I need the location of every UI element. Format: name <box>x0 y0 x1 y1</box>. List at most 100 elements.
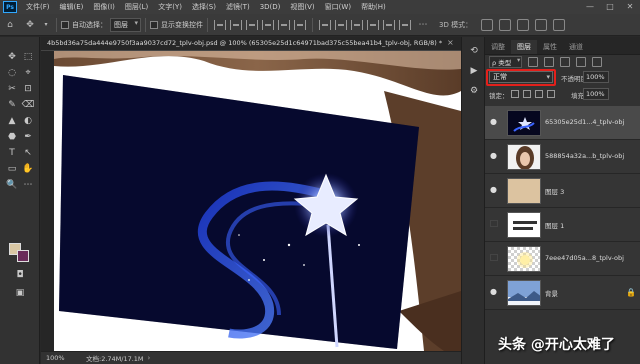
crop-tool-icon[interactable]: ✂ <box>6 83 18 95</box>
3d-scale-icon[interactable] <box>553 18 566 31</box>
canvas-area[interactable] <box>41 51 461 351</box>
move-tool-icon[interactable]: ✥ <box>23 18 37 32</box>
quick-mask-icon[interactable]: ◘ <box>14 269 26 281</box>
visibility-toggle[interactable] <box>490 220 498 227</box>
menu-select[interactable]: 选择(S) <box>187 0 221 14</box>
align-right-icon[interactable] <box>294 19 306 30</box>
stamp-tool-icon[interactable]: ◐ <box>22 115 34 127</box>
chevron-right-icon[interactable]: › <box>148 354 151 362</box>
visibility-toggle[interactable] <box>490 254 498 261</box>
distribute-top-icon[interactable] <box>319 19 331 30</box>
menu-image[interactable]: 图像(I) <box>88 0 120 14</box>
close-tab-icon[interactable]: × <box>447 38 454 47</box>
screen-mode-icon[interactable]: ▣ <box>14 287 26 299</box>
distribute-vcenter-icon[interactable] <box>335 19 347 30</box>
document-tab[interactable]: 4b5bd36a75da444e9750f3aa9037cd72_tplv-ob… <box>41 37 461 51</box>
lock-pixels-icon[interactable] <box>523 90 531 98</box>
photoshop-logo: Ps <box>3 1 17 13</box>
3d-slide-icon[interactable] <box>535 18 548 31</box>
layer-row[interactable]: 图层 1 <box>485 208 640 242</box>
distribute-bottom-icon[interactable] <box>351 19 363 30</box>
opacity-input[interactable]: 100% <box>583 71 609 83</box>
3d-drag-icon[interactable] <box>517 18 530 31</box>
filter-smart-object-icon[interactable] <box>592 57 603 67</box>
filter-pixel-icon[interactable] <box>528 57 539 67</box>
frame-tool-icon[interactable]: ⊡ <box>22 83 34 95</box>
history-panel-icon[interactable]: ⟲ <box>468 45 480 57</box>
status-bar: 100% 文档:2.74M/17.1M › <box>41 351 461 364</box>
distribute-left-icon[interactable] <box>367 19 379 30</box>
align-vcenter-icon[interactable] <box>230 19 242 30</box>
healing-tool-icon[interactable]: ⌫ <box>22 99 35 111</box>
lock-transparency-icon[interactable] <box>511 90 519 98</box>
menu-layer[interactable]: 图层(L) <box>120 0 153 14</box>
menu-edit[interactable]: 编辑(E) <box>55 0 89 14</box>
separator <box>207 17 208 32</box>
distribute-right-icon[interactable] <box>399 19 411 30</box>
path-select-tool-icon[interactable]: ↖ <box>22 147 34 159</box>
chevron-down-icon[interactable]: ▾ <box>43 18 49 32</box>
align-hcenter-icon[interactable] <box>278 19 290 30</box>
align-top-icon[interactable] <box>214 19 226 30</box>
minimize-button[interactable]: — <box>580 0 600 14</box>
zoom-tool-icon[interactable]: 🔍 <box>6 179 18 191</box>
eye-icon[interactable]: ● <box>490 152 500 160</box>
menu-window[interactable]: 窗口(W) <box>320 0 356 14</box>
menu-type[interactable]: 文字(Y) <box>153 0 187 14</box>
auto-select-checkbox[interactable] <box>61 20 69 29</box>
layer-row[interactable]: 7eee47d05a...8_tplv-obj <box>485 242 640 276</box>
tab-properties[interactable]: 属性 <box>537 40 563 54</box>
properties-panel-icon[interactable]: ⚙ <box>468 85 480 97</box>
history-brush-tool-icon[interactable]: ⬣ <box>6 131 18 143</box>
separator <box>145 17 146 32</box>
auto-select-dropdown[interactable]: 图层 <box>110 17 141 32</box>
3d-roll-icon[interactable] <box>499 18 512 31</box>
eye-icon[interactable]: ● <box>490 186 500 194</box>
3d-orbit-icon[interactable] <box>481 18 494 31</box>
filter-shape-icon[interactable] <box>576 57 587 67</box>
hand-tool-icon[interactable]: ✋ <box>22 163 34 175</box>
menu-filter[interactable]: 滤镜(T) <box>221 0 255 14</box>
transform-controls-checkbox[interactable] <box>150 20 158 29</box>
quick-select-tool-icon[interactable]: ⌖ <box>22 67 34 79</box>
layer-row[interactable]: ● 588854a32a...b_tplv-obj <box>485 140 640 174</box>
eye-icon[interactable]: ● <box>490 118 500 126</box>
rectangle-tool-icon[interactable]: ▭ <box>6 163 18 175</box>
pen-tool-icon[interactable]: ✒ <box>22 131 34 143</box>
distribute-hcenter-icon[interactable] <box>383 19 395 30</box>
menu-help[interactable]: 帮助(H) <box>356 0 391 14</box>
menu-3d[interactable]: 3D(D) <box>255 0 286 14</box>
brush-tool-icon[interactable]: ▲ <box>6 115 18 127</box>
layer-row[interactable]: ● 背景 🔒 <box>485 276 640 310</box>
tab-layers[interactable]: 图层 <box>511 40 537 54</box>
layer-row[interactable]: ● 图层 3 <box>485 174 640 208</box>
layer-filter-dropdown[interactable]: ρ 类型 <box>489 56 523 68</box>
filter-type-icon[interactable] <box>560 57 571 67</box>
zoom-level[interactable]: 100% <box>46 354 86 362</box>
menu-view[interactable]: 视图(V) <box>285 0 319 14</box>
tab-channels[interactable]: 通道 <box>563 40 589 54</box>
more-options-icon[interactable]: ⋯ <box>416 18 430 32</box>
maximize-button[interactable]: □ <box>600 0 620 14</box>
background-color-swatch[interactable] <box>17 250 29 262</box>
tab-adjustments[interactable]: 调整 <box>485 40 511 54</box>
lock-position-icon[interactable] <box>535 90 543 98</box>
marquee-tool-icon[interactable]: ⬚ <box>22 51 34 63</box>
move-tool-icon[interactable]: ✥ <box>6 51 18 63</box>
lock-all-icon[interactable] <box>547 90 555 98</box>
home-icon[interactable]: ⌂ <box>3 18 17 32</box>
layer-filter-row: ρ 类型 <box>485 55 640 69</box>
eye-icon[interactable]: ● <box>490 288 500 296</box>
actions-panel-icon[interactable]: ▶ <box>468 65 480 77</box>
eyedropper-tool-icon[interactable]: ✎ <box>6 99 18 111</box>
fill-input[interactable]: 100% <box>583 88 609 100</box>
align-left-icon[interactable] <box>262 19 274 30</box>
filter-adjustment-icon[interactable] <box>544 57 555 67</box>
menu-file[interactable]: 文件(F) <box>21 0 55 14</box>
lasso-tool-icon[interactable]: ◌ <box>6 67 18 79</box>
align-bottom-icon[interactable] <box>246 19 258 30</box>
close-button[interactable]: ✕ <box>620 0 640 14</box>
layer-row[interactable]: ● 65305e25d1...4_tplv-obj <box>485 106 640 140</box>
type-tool-icon[interactable]: T <box>6 147 18 159</box>
more-tools-icon[interactable]: ⋯ <box>22 179 34 191</box>
